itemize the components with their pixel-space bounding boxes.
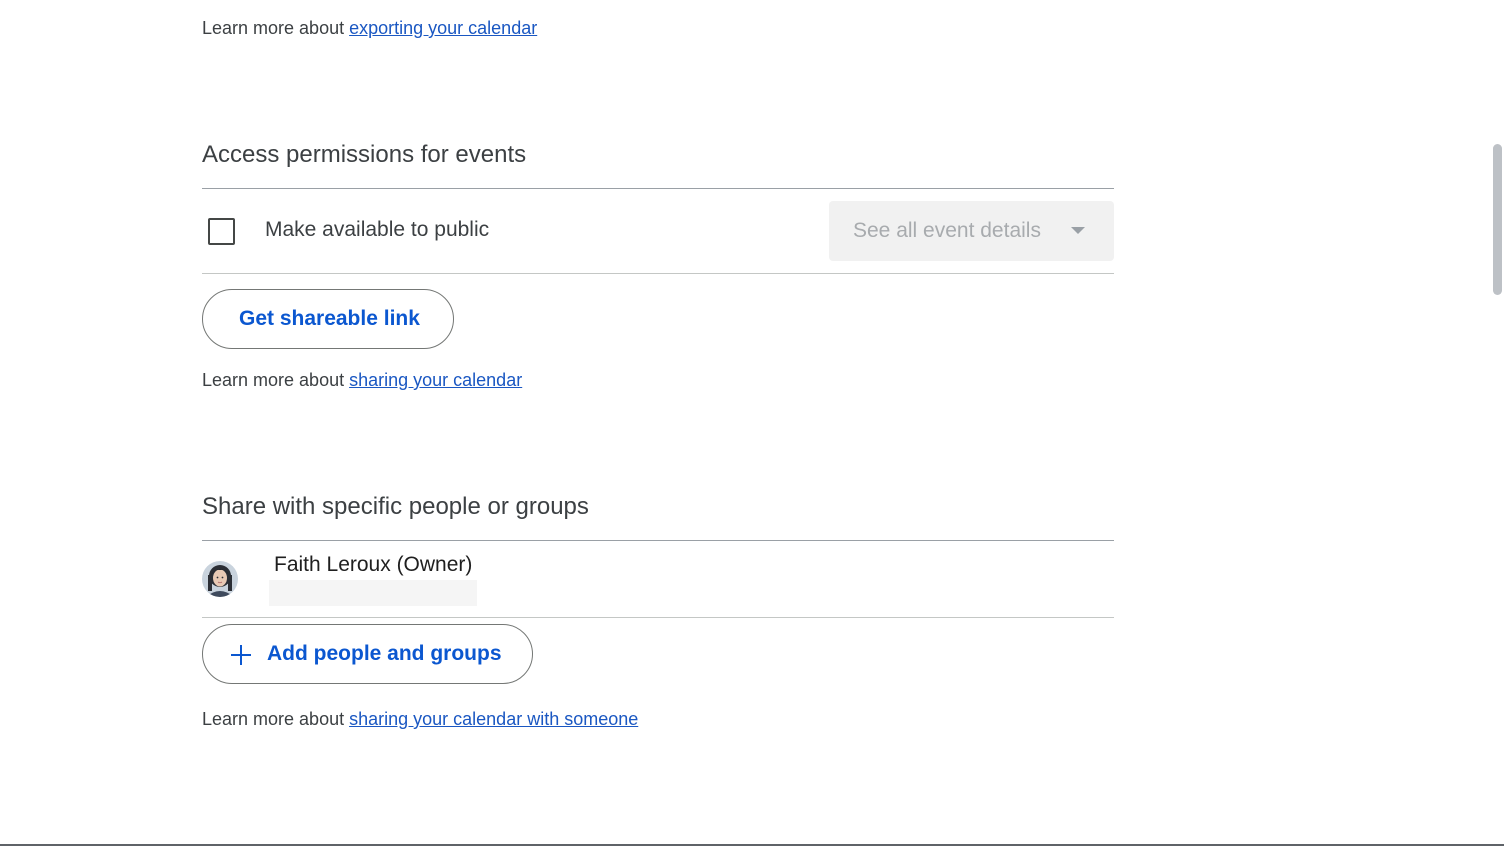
sharing-calendar-link[interactable]: sharing your calendar [349,370,522,390]
sharing-someone-learn-more: Learn more about sharing your calendar w… [202,709,638,730]
share-specific-people-title: Share with specific people or groups [202,493,589,520]
scrollbar-thumb[interactable] [1493,144,1502,295]
vertical-scrollbar[interactable] [1490,0,1504,846]
exporting-calendar-link[interactable]: exporting your calendar [349,18,537,38]
event-visibility-select: See all event details [829,201,1114,261]
get-shareable-link-label: Get shareable link [239,307,420,330]
owner-name: Faith Leroux (Owner) [274,553,473,576]
sharing-learn-more: Learn more about sharing your calendar [202,370,522,391]
event-visibility-value: See all event details [853,219,1041,242]
make-public-checkbox[interactable] [208,218,235,245]
export-learn-more: Learn more about exporting your calendar [202,18,537,39]
plus-icon [231,645,251,665]
section-divider [202,540,1114,541]
learn-more-prefix: Learn more about [202,370,350,390]
row-divider [202,617,1114,618]
dropdown-arrow-icon [1071,227,1085,234]
add-people-and-groups-button[interactable]: Add people and groups [202,624,533,684]
row-divider [202,273,1114,274]
sharing-calendar-with-someone-link[interactable]: sharing your calendar with someone [349,709,638,729]
owner-email-redacted [269,580,477,606]
section-divider [202,188,1114,189]
learn-more-prefix: Learn more about [202,709,350,729]
access-permissions-title: Access permissions for events [202,141,527,168]
learn-more-prefix: Learn more about [202,18,350,38]
add-people-label: Add people and groups [267,642,502,665]
user-avatar-icon [202,561,238,597]
calendar-settings-page: Learn more about exporting your calendar… [0,0,1504,846]
get-shareable-link-button[interactable]: Get shareable link [202,289,454,349]
make-public-label[interactable]: Make available to public [265,218,489,242]
